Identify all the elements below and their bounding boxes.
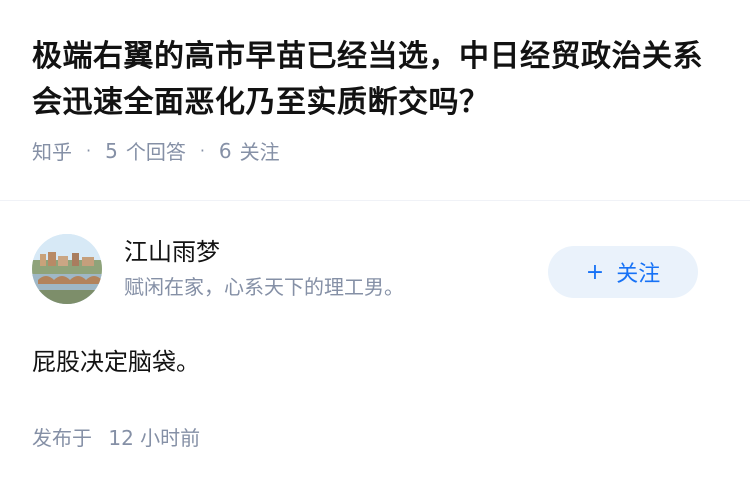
section-divider [0,200,750,201]
follow-button[interactable]: + 关注 [548,246,698,298]
author-info: 江山雨梦 赋闲在家，心系天下的理工男。 [124,236,404,302]
follower-count-label[interactable]: 关注 [240,136,280,165]
answer-count: 5 [105,138,118,163]
answer-content[interactable]: 屁股决定脑袋。 [32,344,718,380]
answer-footer: 发布于 12 小时前 [32,422,200,451]
question-title[interactable]: 极端右翼的高市早苗已经当选，中日经贸政治关系会迅速全面恶化乃至实质断交吗？ [32,34,718,126]
answer-card: 江山雨梦 赋闲在家，心系天下的理工男。 + 关注 屁股决定脑袋。 [32,234,718,380]
published-time: 12 小时前 [108,426,201,450]
author-row: 江山雨梦 赋闲在家，心系天下的理工男。 + 关注 [32,234,718,304]
author-name[interactable]: 江山雨梦 [124,236,404,268]
author-bio: 赋闲在家，心系天下的理工男。 [124,275,404,299]
meta-separator: · [199,141,205,160]
source-label[interactable]: 知乎 [32,136,72,165]
avatar[interactable] [32,234,102,304]
question-meta: 知乎 · 5 个回答 · 6 关注 [32,136,718,165]
answer-count-label[interactable]: 个回答 [126,136,186,165]
follow-label: 关注 [616,262,661,287]
published-prefix: 发布于 [32,426,92,450]
question-header: 极端右翼的高市早苗已经当选，中日经贸政治关系会迅速全面恶化乃至实质断交吗？ 知乎… [0,0,750,165]
follower-count: 6 [218,138,232,163]
meta-separator: · [86,141,92,160]
plus-icon: + [585,259,605,285]
